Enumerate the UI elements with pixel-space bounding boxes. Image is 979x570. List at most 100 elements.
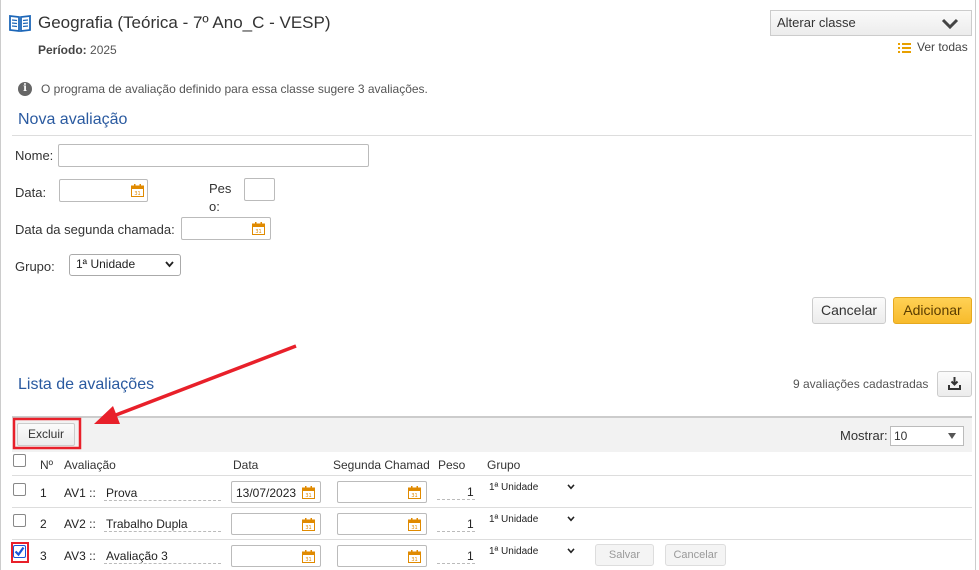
calendar-icon[interactable]: 31: [408, 550, 421, 563]
row-checkbox[interactable]: [13, 545, 26, 558]
info-icon: i: [18, 82, 32, 96]
row-code: AV2 ::: [64, 517, 96, 531]
svg-text:31: 31: [411, 525, 417, 531]
row-group-select[interactable]: 1ª Unidade: [486, 545, 578, 559]
calendar-icon[interactable]: 31: [302, 550, 315, 563]
chevron-down-icon: [567, 516, 575, 522]
change-class-select[interactable]: Alterar classe: [770, 10, 972, 36]
period-label: Período:: [38, 43, 87, 57]
calendar-icon[interactable]: 31: [408, 486, 421, 499]
chevron-down-icon: [941, 18, 959, 30]
editable-underline: [437, 563, 475, 564]
group-label: Grupo:: [15, 259, 55, 274]
col-weight: Peso: [438, 458, 466, 472]
row-number: 1: [40, 486, 47, 500]
row-number: 3: [40, 549, 47, 563]
col-second-call: Segunda Chamad: [333, 458, 430, 472]
row-group-value: 1ª Unidade: [489, 546, 539, 557]
export-button[interactable]: [937, 371, 972, 397]
row-group-value: 1ª Unidade: [489, 482, 539, 493]
calendar-icon[interactable]: 31: [252, 222, 265, 235]
row-group-select[interactable]: 1ª Unidade: [486, 481, 578, 495]
page-size-select[interactable]: 10: [890, 426, 964, 446]
col-group: Grupo: [487, 458, 521, 472]
row-checkbox[interactable]: [13, 483, 26, 496]
row-date-value: 13/07/2023: [236, 486, 297, 500]
evaluation-list-title: Lista de avaliações: [18, 376, 155, 393]
row-weight[interactable]: 1: [467, 517, 474, 531]
name-input[interactable]: [58, 144, 369, 167]
row-divider: [12, 539, 972, 540]
check-icon: [14, 546, 25, 557]
name-label: Nome:: [15, 148, 54, 163]
date-label: Data:: [15, 185, 47, 200]
evaluation-count: 9 avaliações cadastradas: [793, 377, 929, 391]
editable-underline: [104, 531, 221, 532]
calendar-icon[interactable]: 31: [131, 184, 144, 197]
row-weight[interactable]: 1: [467, 549, 474, 563]
download-icon: [948, 377, 961, 390]
period-value: 2025: [90, 43, 117, 57]
col-number: Nº: [40, 458, 54, 472]
calendar-icon[interactable]: 31: [302, 486, 315, 499]
chevron-down-icon: [165, 261, 174, 268]
row-divider: [12, 507, 972, 508]
divider: [12, 135, 972, 136]
editable-underline: [437, 499, 475, 500]
svg-text:31: 31: [305, 493, 311, 499]
editable-underline: [104, 563, 221, 564]
svg-text:31: 31: [411, 557, 417, 563]
chevron-down-icon: [567, 548, 575, 554]
change-class-label: Alterar classe: [777, 15, 856, 30]
weight-label-line1: Pes: [209, 181, 232, 196]
cancel-button[interactable]: Cancelar: [812, 297, 886, 324]
select-all-checkbox[interactable]: [13, 454, 26, 467]
right-border: [975, 0, 976, 570]
col-date: Data: [233, 458, 259, 472]
weight-label-line2: o:: [209, 199, 220, 214]
row-group-value: 1ª Unidade: [489, 514, 539, 525]
editable-underline: [104, 500, 221, 501]
period-info: Período: 2025: [38, 43, 117, 57]
row-name[interactable]: Avaliação 3: [106, 549, 168, 563]
show-label: Mostrar:: [840, 428, 888, 443]
add-button[interactable]: Adicionar: [893, 297, 972, 324]
page-title: Geografia (Teórica - 7º Ano_C - VESP): [38, 13, 331, 32]
row-cancel-button[interactable]: Cancelar: [665, 544, 726, 566]
left-border: [0, 0, 1, 570]
editable-underline: [437, 531, 475, 532]
row-group-select[interactable]: 1ª Unidade: [486, 513, 578, 527]
row-weight[interactable]: 1: [467, 485, 474, 499]
row-code: AV3 ::: [64, 549, 96, 563]
view-all-link[interactable]: Ver todas: [898, 40, 968, 54]
calendar-icon[interactable]: 31: [408, 518, 421, 531]
row-name[interactable]: Prova: [106, 486, 137, 500]
chevron-down-icon: [948, 433, 956, 439]
new-evaluation-title: Nova avaliação: [18, 111, 128, 128]
svg-text:31: 31: [134, 191, 140, 197]
view-all-label: Ver todas: [917, 40, 968, 54]
col-evaluation: Avaliação: [64, 458, 116, 472]
delete-button[interactable]: Excluir: [17, 423, 75, 446]
svg-text:31: 31: [411, 493, 417, 499]
row-divider: [12, 475, 972, 476]
row-name[interactable]: Trabalho Dupla: [106, 517, 188, 531]
chevron-down-icon: [567, 484, 575, 490]
row-checkbox[interactable]: [13, 514, 26, 527]
second-call-label: Data da segunda chamada:: [15, 222, 175, 237]
group-select-value: 1ª Unidade: [76, 257, 136, 271]
page-size-value: 10: [894, 429, 908, 443]
calendar-icon[interactable]: 31: [302, 518, 315, 531]
svg-text:31: 31: [255, 229, 261, 235]
info-message: O programa de avaliação definido para es…: [41, 82, 428, 96]
row-code: AV1 ::: [64, 486, 96, 500]
weight-input[interactable]: [244, 178, 275, 201]
svg-text:31: 31: [305, 557, 311, 563]
list-toolbar: [12, 416, 972, 452]
row-save-button[interactable]: Salvar: [595, 544, 654, 566]
list-icon: [898, 42, 911, 53]
row-number: 2: [40, 517, 47, 531]
group-select[interactable]: 1ª Unidade: [69, 254, 181, 276]
svg-text:31: 31: [305, 525, 311, 531]
book-icon: [9, 14, 31, 32]
